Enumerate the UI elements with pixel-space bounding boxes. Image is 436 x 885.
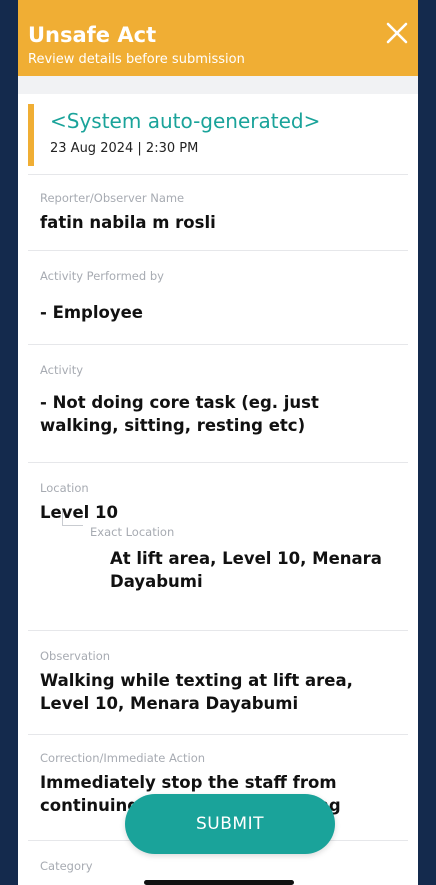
field-value: fatin nabila m rosli: [40, 213, 216, 232]
exact-location-value: At lift area, Level 10, Menara Dayabumi: [110, 549, 382, 591]
field-label: Location: [40, 481, 89, 495]
field-reporter: Reporter/Observer Name fatin nabila m ro…: [28, 174, 408, 251]
page-subtitle: Review details before submission: [28, 52, 245, 67]
field-value: - Employee: [40, 303, 143, 322]
header-spacer: [18, 76, 418, 94]
close-button[interactable]: [382, 18, 412, 48]
field-location: Location Level 10 Exact Location At lift…: [28, 462, 408, 631]
report-reference: <System auto-generated>: [50, 109, 321, 133]
field-label: Activity: [40, 363, 84, 377]
header-bar: Unsafe Act Review details before submiss…: [18, 0, 418, 76]
field-value: - Not doing core task (eg. just walking,…: [40, 393, 319, 435]
review-content[interactable]: <System auto-generated> 23 Aug 2024 | 2:…: [28, 94, 408, 885]
field-label: Observation: [40, 649, 111, 663]
report-summary: <System auto-generated> 23 Aug 2024 | 2:…: [28, 94, 408, 174]
field-label: Activity Performed by: [40, 269, 164, 283]
home-indicator: [144, 880, 294, 885]
field-activity: Activity - Not doing core task (eg. just…: [28, 344, 408, 463]
submit-button[interactable]: SUBMIT: [125, 794, 335, 854]
field-label: Reporter/Observer Name: [40, 191, 185, 205]
accent-bar: [28, 104, 34, 166]
exact-location-label: Exact Location: [90, 525, 175, 539]
report-datetime: 23 Aug 2024 | 2:30 PM: [50, 141, 199, 156]
field-label: Correction/Immediate Action: [40, 751, 206, 765]
review-sheet: Unsafe Act Review details before submiss…: [18, 0, 418, 885]
field-label: Category: [40, 859, 93, 873]
page-title: Unsafe Act: [28, 23, 157, 47]
close-icon: [386, 22, 408, 44]
nested-connector: [62, 511, 83, 526]
field-activity-performed-by: Activity Performed by - Employee: [28, 250, 408, 345]
field-observation: Observation Walking while texting at lif…: [28, 630, 408, 735]
field-value: Level 10: [40, 503, 119, 522]
field-value: Walking while texting at lift area, Leve…: [40, 671, 353, 713]
